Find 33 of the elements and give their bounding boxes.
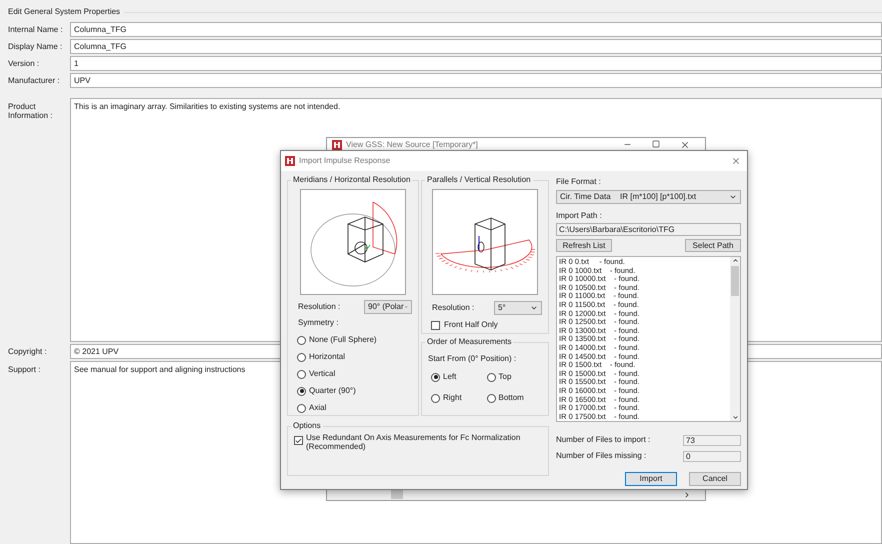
- group-title: Parallels / Vertical Resolution: [426, 174, 532, 186]
- field-label: Product Information :: [8, 101, 54, 122]
- count-field: 73: [683, 434, 741, 446]
- field-label: Support :: [8, 364, 42, 376]
- radio-label: Vertical: [309, 368, 336, 380]
- field-label: Manufacturer :: [8, 76, 61, 85]
- checkbox-label: Use Redundant On Axis Measurements for Fc Normalization (Recommended): [306, 433, 522, 451]
- radio-label: Horizontal: [309, 351, 346, 363]
- field-label: Internal Name :: [8, 25, 64, 34]
- field-label: Copyright :: [8, 347, 48, 356]
- resolution-label: Resolution :: [432, 302, 474, 314]
- symmetry-label: Symmetry :: [297, 317, 340, 329]
- count-field: 0: [683, 450, 741, 462]
- start-from-label: Start From (0° Position) :: [428, 353, 518, 365]
- group-title: Meridians / Horizontal Resolution: [292, 174, 412, 186]
- group-title: Options: [292, 420, 322, 432]
- file-format-label: File Format :: [556, 176, 602, 188]
- dialog-title: Import Impulse Response: [299, 155, 392, 167]
- radio-label: Right: [443, 392, 462, 404]
- count-label: Number of Files to import :: [556, 434, 650, 446]
- resolution-label: Resolution :: [298, 301, 340, 313]
- radio-label: Top: [498, 371, 512, 383]
- radio-label: Axial: [309, 402, 326, 414]
- checkbox-label: Front Half Only: [444, 319, 498, 331]
- radio-label: Bottom: [498, 392, 524, 404]
- import-path-label: Import Path :: [556, 210, 603, 222]
- field-label: Version :: [8, 59, 40, 68]
- field-label: Display Name :: [8, 42, 64, 51]
- radio-label: Quarter (90°): [309, 385, 356, 397]
- count-label: Number of Files missing :: [556, 450, 646, 462]
- section-title: Edit General System Properties: [8, 6, 120, 18]
- window-title: View GSS: New Source [Temporary*]: [346, 140, 479, 149]
- radio-label: Left: [443, 371, 456, 383]
